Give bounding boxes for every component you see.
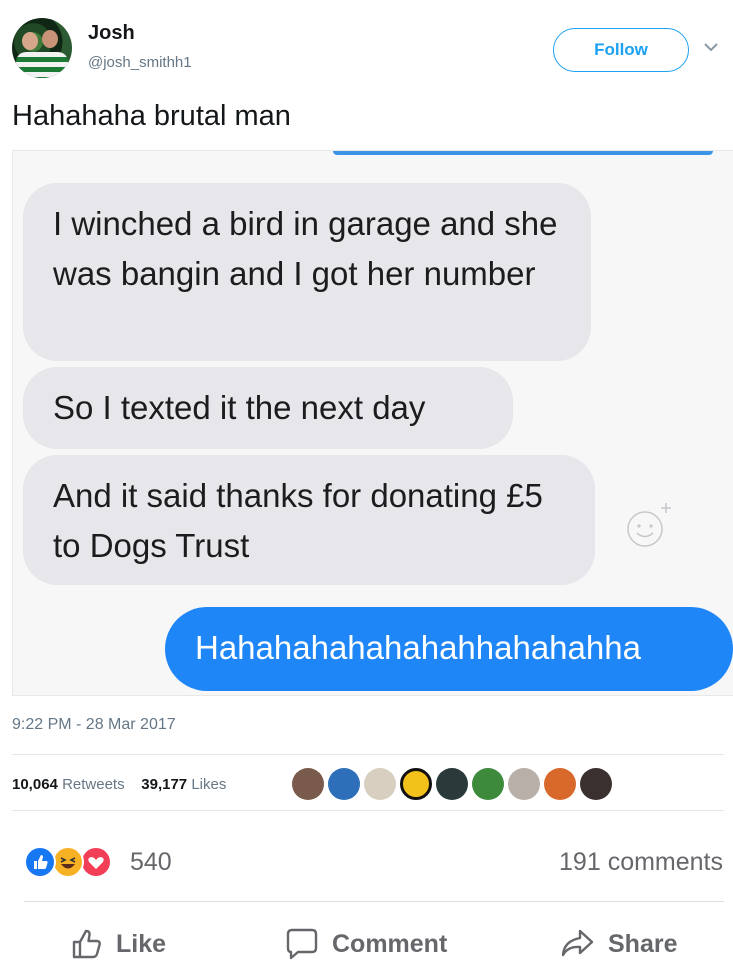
comment-button[interactable]: Comment [284,922,447,966]
share-arrow-icon [561,929,594,957]
thumbs-up-icon [72,929,101,959]
liker-avatars [292,768,632,802]
display-name[interactable]: Josh [88,22,135,45]
liker-avatar[interactable] [580,768,612,800]
avatar[interactable] [12,18,72,78]
liker-avatar[interactable] [508,768,540,800]
liker-avatar[interactable] [328,768,360,800]
add-reaction-smiley-icon [627,503,671,547]
liker-avatar[interactable] [292,768,324,800]
likes-label[interactable]: Likes [191,776,226,793]
love-reaction-icon [80,846,112,878]
follow-button[interactable]: Follow [553,28,689,72]
likes-count[interactable]: 39,177 [141,776,187,793]
message-bubble-sent: Hahahahahahahahhahahahha [165,607,733,691]
reaction-icons[interactable] [24,846,224,880]
liker-avatar[interactable] [436,768,468,800]
comment-icon [286,928,318,960]
embedded-message-screenshot[interactable]: I winched a bird in garage and she was b… [12,150,733,696]
liker-avatar[interactable] [364,768,396,800]
divider [12,810,724,811]
share-label: Share [608,929,678,958]
message-bubble-received: I winched a bird in garage and she was b… [23,183,591,361]
user-handle[interactable]: @josh_smithh1 [88,54,192,71]
liker-avatar[interactable] [400,768,432,800]
like-reaction-icon [24,846,56,878]
comment-label: Comment [332,929,448,958]
retweets-count[interactable]: 10,064 [12,776,58,793]
reaction-count[interactable]: 540 [130,848,172,877]
share-button[interactable]: Share [560,922,677,966]
tweet-header: Josh @josh_smithh1 Follow [12,14,724,84]
like-button[interactable]: Like [70,922,166,966]
message-bubble-received: So I texted it the next day [23,367,513,449]
message-bubble-received: And it said thanks for donating £5 to Do… [23,455,595,585]
screenshot-top-edge [333,151,713,155]
divider [12,754,724,755]
tweet-timestamp[interactable]: 9:22 PM - 28 Mar 2017 [12,716,176,734]
liker-avatar[interactable] [544,768,576,800]
retweets-label[interactable]: Retweets [62,776,125,793]
tweet-text: Hahahaha brutal man [12,100,291,132]
haha-reaction-icon [52,846,84,878]
tweet-stats: 10,064 Retweets 39,177 Likes [12,776,226,793]
like-label: Like [116,929,167,958]
liker-avatar[interactable] [472,768,504,800]
divider [24,901,724,902]
comments-count[interactable]: 191 comments [559,848,723,877]
chevron-down-icon[interactable] [702,38,720,56]
